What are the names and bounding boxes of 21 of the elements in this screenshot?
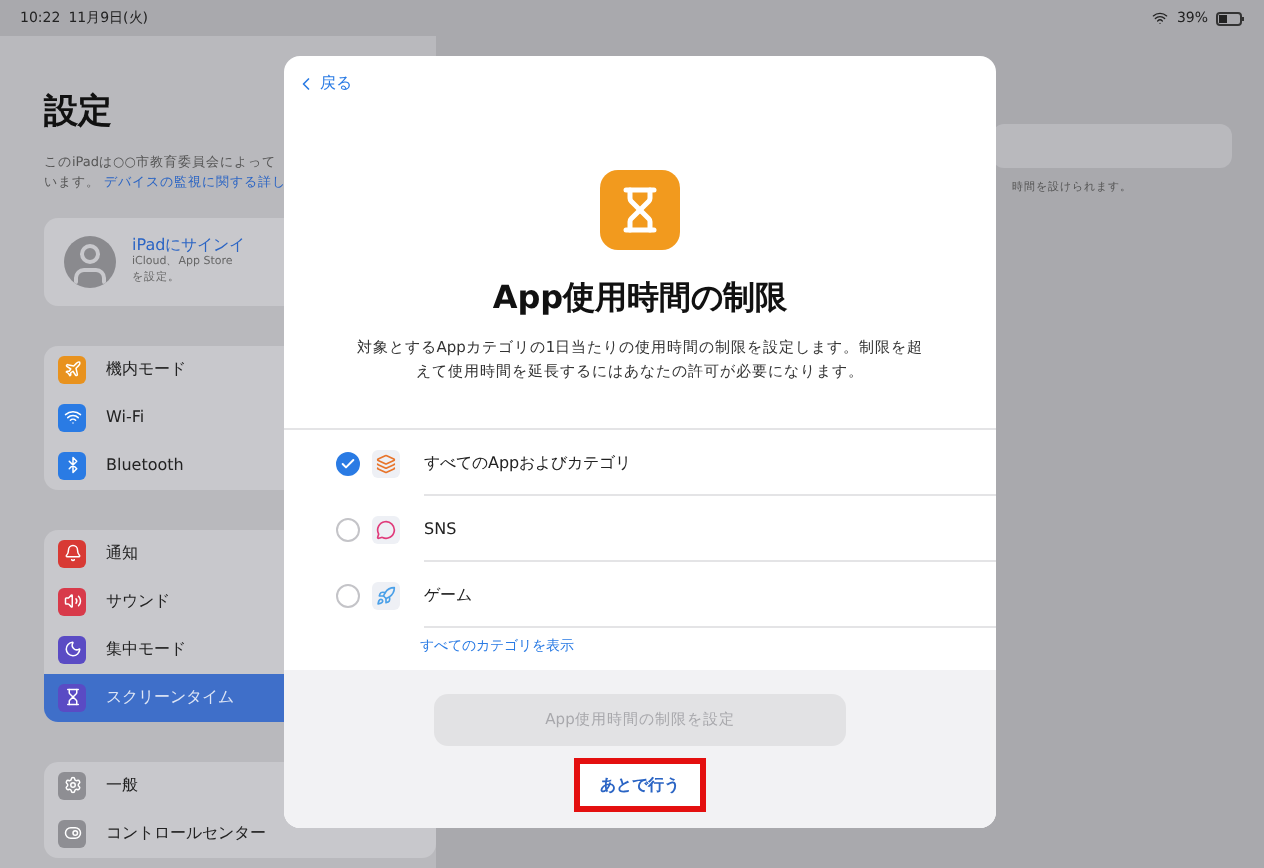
sign-in-title: iPadにサインイ <box>132 234 246 255</box>
later-button[interactable]: あとで行う <box>574 758 706 812</box>
checkmark-icon <box>340 455 356 471</box>
radio-check[interactable] <box>336 583 360 607</box>
category-option[interactable]: SNS <box>284 496 996 562</box>
sidebar-item[interactable]: 一般 <box>44 761 436 809</box>
dialog-title: App使用時間の制限 <box>490 278 790 320</box>
battery-icon <box>1216 11 1244 25</box>
rocket-icon <box>372 581 400 609</box>
radio-check[interactable] <box>336 517 360 541</box>
settings-title: 設定 <box>44 90 114 134</box>
wifi-icon <box>1152 10 1169 26</box>
layers-icon <box>372 449 400 477</box>
sidebar-item[interactable]: コントロールセンター <box>44 809 436 857</box>
search-field[interactable] <box>992 124 1232 168</box>
avatar-icon <box>64 235 116 287</box>
chat-bubble-icon <box>372 515 400 543</box>
category-option[interactable]: ゲーム <box>284 562 996 628</box>
hourglass-icon <box>600 170 680 250</box>
radio-check[interactable] <box>336 451 360 475</box>
back-button[interactable]: 戻る <box>284 56 996 94</box>
